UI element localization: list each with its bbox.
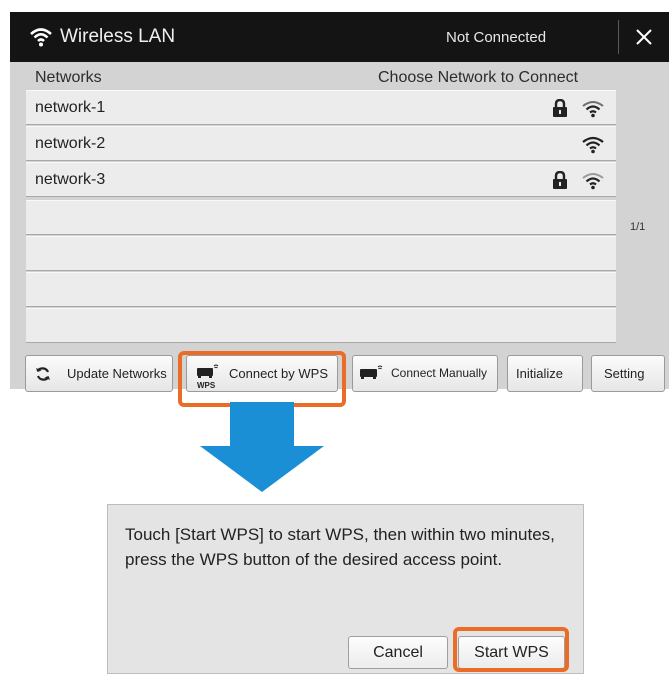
- empty-network-row: [26, 308, 616, 343]
- setting-button[interactable]: Setting: [591, 355, 665, 392]
- empty-network-row: [26, 236, 616, 271]
- wifi-signal-icon: [582, 136, 604, 154]
- start-wps-button[interactable]: Start WPS: [458, 636, 565, 669]
- cancel-button[interactable]: Cancel: [348, 636, 448, 669]
- wifi-signal-icon: [582, 101, 604, 118]
- initialize-label: Initialize: [516, 366, 563, 381]
- title-bar: Wireless LAN Not Connected: [10, 12, 669, 62]
- wireless-lan-window: Wireless LAN Not Connected Networks Choo…: [10, 12, 669, 389]
- connect-by-wps-label: Connect by WPS: [229, 366, 328, 381]
- lock-icon: [553, 99, 567, 117]
- update-networks-label: Update Networks: [67, 366, 167, 381]
- network-row[interactable]: network-2: [26, 126, 616, 161]
- choose-network-header: Choose Network to Connect: [378, 69, 579, 86]
- network-name: network-1: [35, 99, 106, 116]
- networks-header: Networks: [35, 69, 102, 86]
- connect-manually-button[interactable]: Connect Manually: [352, 355, 498, 392]
- initialize-button[interactable]: Initialize: [507, 355, 583, 392]
- setting-label: Setting: [604, 366, 645, 381]
- empty-network-row: [26, 272, 616, 307]
- empty-network-row: [26, 200, 616, 235]
- update-networks-button[interactable]: Update Networks: [25, 355, 173, 392]
- network-row[interactable]: network-3: [26, 162, 616, 197]
- refresh-icon: [36, 367, 50, 381]
- network-row[interactable]: network-1: [26, 90, 616, 125]
- wifi-signal-icon: [582, 173, 604, 190]
- connect-by-wps-button[interactable]: WPS Connect by WPS: [186, 355, 338, 392]
- page-indicator: 1/1: [630, 221, 646, 233]
- network-name: network-2: [35, 135, 106, 152]
- wps-dialog: Touch [Start WPS] to start WPS, then wit…: [107, 504, 584, 674]
- wps-dialog-message: Touch [Start WPS] to start WPS, then wit…: [125, 525, 555, 569]
- wps-caption: WPS: [197, 381, 216, 390]
- close-icon: [636, 29, 652, 45]
- cancel-label: Cancel: [373, 644, 423, 661]
- router-icon: [360, 365, 383, 379]
- network-name: network-3: [35, 171, 106, 188]
- wifi-icon: [30, 28, 52, 47]
- lock-icon: [553, 171, 567, 189]
- window-title: Wireless LAN: [60, 26, 176, 47]
- start-wps-label: Start WPS: [474, 644, 549, 661]
- flow-arrow-icon: [200, 402, 324, 492]
- title-divider: [618, 20, 619, 54]
- close-button[interactable]: [622, 16, 666, 58]
- connect-manually-label: Connect Manually: [391, 366, 488, 380]
- connection-status: Not Connected: [446, 29, 547, 46]
